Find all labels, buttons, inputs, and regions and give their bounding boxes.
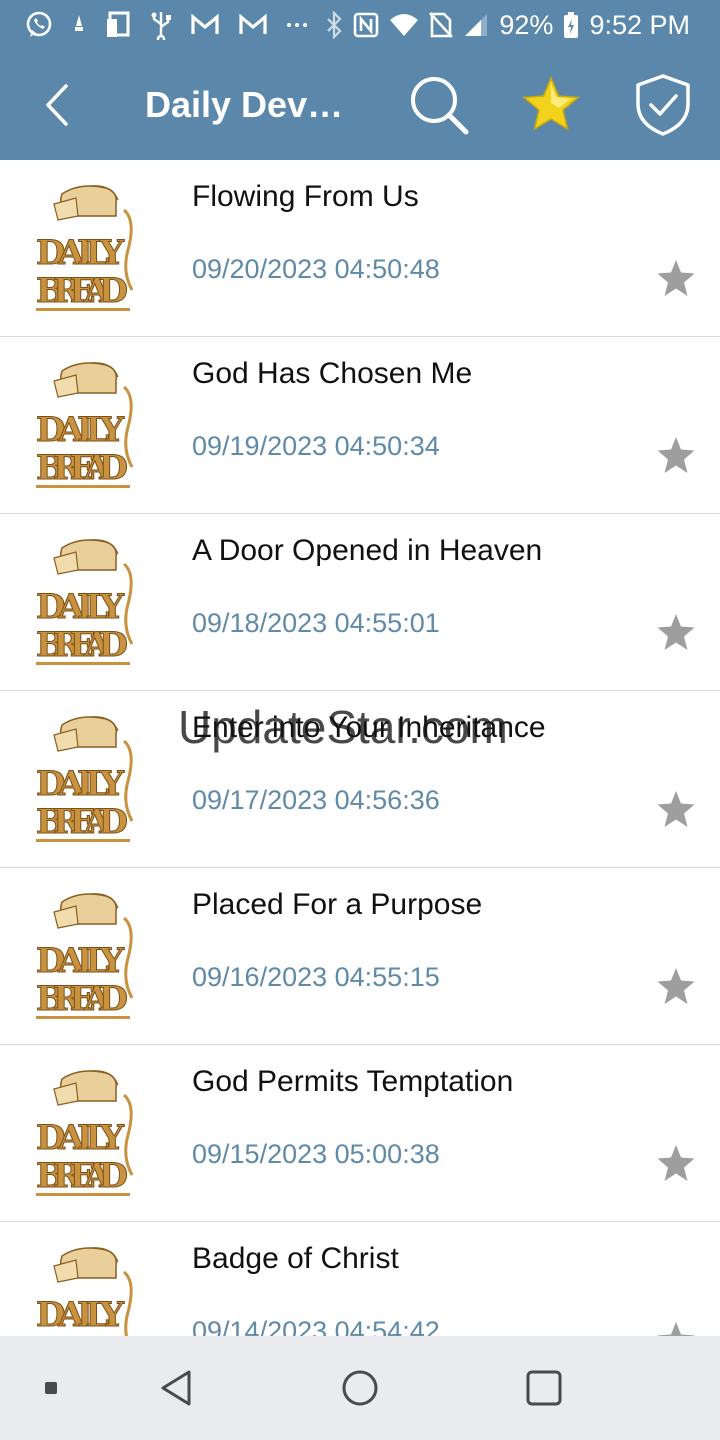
favorite-star-icon[interactable] — [656, 612, 696, 652]
list-item[interactable]: DAILY BREAD A Door Opened in Heaven 09/1… — [0, 514, 720, 691]
bluetooth-icon — [327, 11, 342, 39]
svg-text:DAILY: DAILY — [36, 941, 125, 981]
list-item[interactable]: DAILY BREAD Flowing From Us 09/20/2023 0… — [0, 160, 720, 337]
svg-text:BREAD: BREAD — [36, 1156, 128, 1196]
list-item[interactable]: DAILY BREAD God Has Chosen Me 09/19/2023… — [0, 337, 720, 514]
daily-bread-logo: DAILY BREAD — [32, 1065, 142, 1199]
battery-percent: 92% — [499, 9, 554, 40]
favorites-star-icon[interactable] — [521, 75, 581, 133]
item-date: 09/20/2023 04:50:48 — [192, 254, 440, 284]
item-title: God Has Chosen Me — [192, 357, 473, 390]
list-item[interactable]: DAILY BREAD Badge of Christ 09/14/2023 0… — [0, 1222, 720, 1336]
item-date: 09/18/2023 04:55:01 — [192, 608, 440, 638]
svg-text:DAILY: DAILY — [36, 764, 125, 804]
item-date: 09/17/2023 04:56:36 — [192, 785, 440, 815]
daily-bread-logo: DAILY BREAD — [32, 357, 142, 491]
daily-bread-logo: DAILY BREAD — [32, 534, 142, 668]
more-icon — [287, 23, 307, 27]
favorite-star-icon[interactable] — [656, 966, 696, 1006]
clipboard-icon — [107, 11, 130, 37]
daily-bread-logo: DAILY BREAD — [32, 711, 142, 845]
signal-icon — [465, 14, 488, 36]
list-item[interactable]: DAILY BREAD Enter into Your Inheritance … — [0, 691, 720, 868]
search-icon[interactable] — [408, 74, 470, 136]
svg-text:BREAD: BREAD — [36, 802, 128, 842]
devotion-list: DAILY BREAD Flowing From Us 09/20/2023 0… — [0, 160, 720, 1336]
system-status: 92% 9:52 PM — [325, 8, 690, 42]
shield-check-icon[interactable] — [632, 72, 694, 138]
nav-back-icon[interactable] — [155, 1366, 199, 1410]
item-title: Placed For a Purpose — [192, 888, 483, 921]
whatsapp-icon — [26, 11, 52, 37]
nav-dot-icon — [45, 1382, 57, 1394]
page-title: Daily Devo… — [145, 84, 365, 125]
svg-text:DAILY: DAILY — [36, 587, 125, 627]
gmail-icon — [239, 13, 267, 34]
notification-icons — [24, 8, 308, 42]
svg-text:DAILY: DAILY — [36, 233, 125, 273]
back-arrow-icon[interactable] — [38, 78, 78, 132]
notification-icon — [75, 15, 83, 31]
status-bar: 92% 9:52 PM — [0, 0, 720, 50]
nfc-icon — [354, 12, 379, 38]
wifi-icon — [390, 14, 419, 36]
item-title: Flowing From Us — [192, 180, 419, 213]
svg-text:BREAD: BREAD — [36, 271, 128, 311]
favorite-star-icon[interactable] — [656, 789, 696, 829]
item-date: 09/19/2023 04:50:34 — [192, 431, 440, 461]
nav-home-icon[interactable] — [338, 1366, 382, 1410]
no-sim-icon — [429, 12, 454, 38]
svg-text:BREAD: BREAD — [36, 979, 128, 1019]
svg-text:DAILY: DAILY — [36, 1295, 125, 1335]
svg-text:BREAD: BREAD — [36, 448, 128, 488]
navigation-bar — [0, 1336, 720, 1440]
gmail-icon — [191, 13, 219, 34]
item-date: 09/14/2023 04:54:42 — [192, 1316, 440, 1336]
daily-bread-logo: DAILY BREAD — [32, 180, 142, 314]
item-date: 09/16/2023 04:55:15 — [192, 962, 440, 992]
svg-text:DAILY: DAILY — [36, 410, 125, 450]
item-title: God Permits Temptation — [192, 1065, 514, 1098]
favorite-star-icon[interactable] — [656, 258, 696, 298]
favorite-star-icon[interactable] — [656, 435, 696, 475]
favorite-star-icon[interactable] — [656, 1320, 696, 1336]
app-bar: Daily Devo… — [0, 50, 720, 160]
favorite-star-icon[interactable] — [656, 1143, 696, 1183]
svg-text:BREAD: BREAD — [36, 625, 128, 665]
list-item[interactable]: DAILY BREAD God Permits Temptation 09/15… — [0, 1045, 720, 1222]
item-title: Enter into Your Inheritance — [192, 711, 546, 744]
nav-recent-apps-icon[interactable] — [522, 1366, 566, 1410]
item-date: 09/15/2023 05:00:38 — [192, 1139, 440, 1169]
clock: 9:52 PM — [589, 9, 690, 40]
list-item[interactable]: DAILY BREAD Placed For a Purpose 09/16/2… — [0, 868, 720, 1045]
usb-icon — [151, 12, 171, 40]
svg-text:DAILY: DAILY — [36, 1118, 125, 1158]
daily-bread-logo: DAILY BREAD — [32, 1242, 142, 1336]
battery-icon — [564, 12, 579, 38]
item-title: A Door Opened in Heaven — [192, 534, 543, 567]
item-title: Badge of Christ — [192, 1242, 399, 1275]
daily-bread-logo: DAILY BREAD — [32, 888, 142, 1022]
